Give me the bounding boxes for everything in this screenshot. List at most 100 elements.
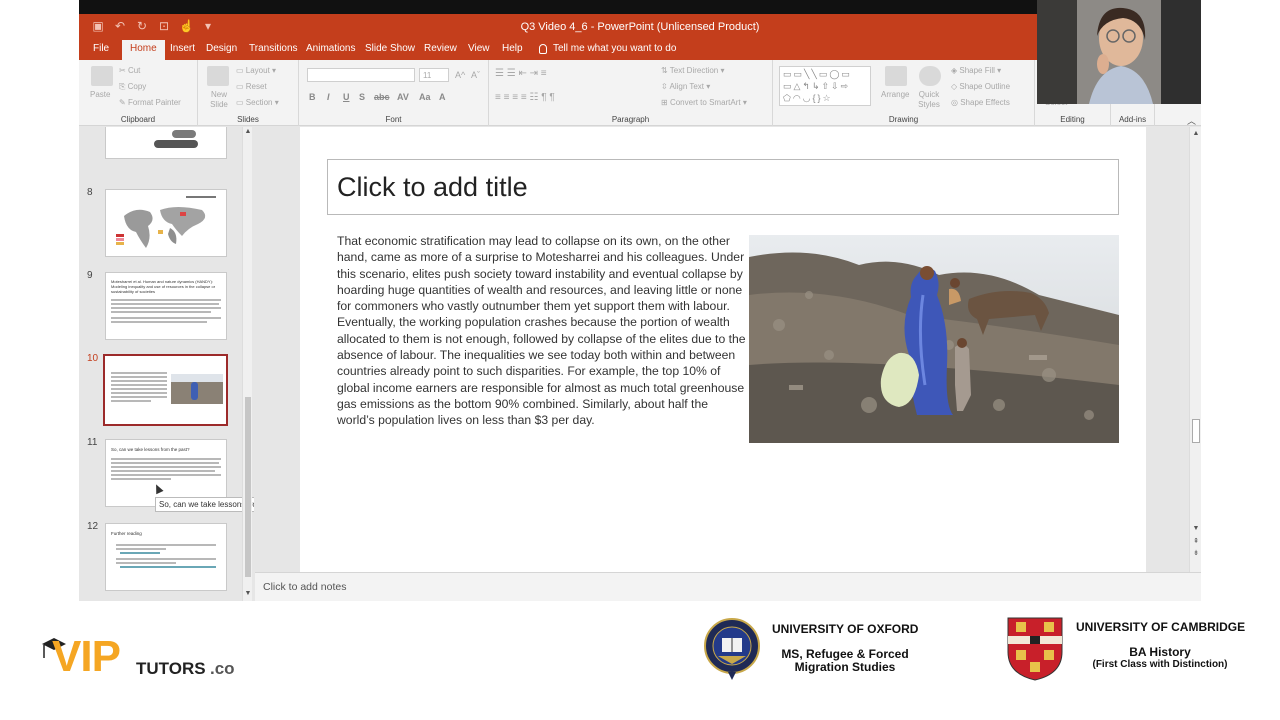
cut-button[interactable]: ✂ Cut <box>119 66 140 75</box>
slide-number-11: 11 <box>87 437 98 448</box>
slide-thumbnail-7[interactable] <box>105 127 227 159</box>
slide-11-title: So, can we take lessons from the past? <box>111 447 190 452</box>
tab-review[interactable]: Review <box>424 43 457 54</box>
tab-design[interactable]: Design <box>206 43 237 54</box>
slide-editor: Click to add title That economic stratif… <box>255 127 1187 572</box>
font-color-icon[interactable]: A <box>439 92 446 102</box>
shape-fill-button[interactable]: ◈ Shape Fill ▾ <box>951 66 1001 75</box>
shapes-gallery[interactable]: ▭▭╲╲▭◯▭ ▭△↰↳⇧⇩⇨ ⬠◠◡{}☆ <box>779 66 871 106</box>
notes-placeholder: Click to add notes <box>263 581 347 593</box>
addins-label: Add-ins <box>1118 115 1147 124</box>
font-name-field[interactable] <box>307 68 415 82</box>
title-bar: ▣ ↶ ↻ ⊡ ☝ ▾ Q3 Video 4_6 - PowerPoint (U… <box>79 14 1201 40</box>
landfill-photo[interactable] <box>749 235 1119 443</box>
slide-body-text[interactable]: That economic stratification may lead to… <box>337 233 747 429</box>
paste-icon[interactable] <box>91 66 113 86</box>
oxford-name: UNIVERSITY OF OXFORD <box>772 622 919 636</box>
next-slide-icon[interactable]: ⇟ <box>1191 549 1201 559</box>
quick-styles-icon[interactable] <box>919 66 941 86</box>
tab-help[interactable]: Help <box>502 43 523 54</box>
window-title: Q3 Video 4_6 - PowerPoint (Unlicensed Pr… <box>520 21 760 33</box>
title-placeholder[interactable]: Click to add title <box>327 159 1119 215</box>
shape-outline-button[interactable]: ◇ Shape Outline <box>951 82 1010 91</box>
new-slide-button[interactable]: New Slide <box>206 90 232 110</box>
shadow-icon[interactable]: S <box>359 92 365 102</box>
convert-smartart-button[interactable]: ⊞ Convert to SmartArt ▾ <box>661 98 747 107</box>
arrange-button[interactable]: Arrange <box>881 90 909 99</box>
align-text-button[interactable]: ⇳ Align Text ▾ <box>661 82 710 91</box>
presenter-webcam <box>1037 0 1201 104</box>
reset-button[interactable]: ▭ Reset <box>236 82 267 91</box>
character-spacing-icon[interactable]: AV <box>397 92 409 102</box>
lightbulb-icon <box>539 43 547 54</box>
font-label: Font <box>385 115 402 124</box>
scroll-down-icon[interactable]: ▼ <box>243 589 253 599</box>
scroll-up-icon[interactable]: ▲ <box>243 127 253 137</box>
oxford-crest-icon <box>704 616 760 682</box>
font-size-field[interactable]: 11 <box>419 68 449 82</box>
drawing-group: ▭▭╲╲▭◯▭ ▭△↰↳⇧⇩⇨ ⬠◠◡{}☆ Arrange Quick Style… <box>773 60 1035 126</box>
slide-canvas: Click to add title That economic stratif… <box>300 127 1146 572</box>
collapse-ribbon-icon[interactable]: ︿ <box>1187 114 1196 127</box>
tab-insert[interactable]: Insert <box>170 43 195 54</box>
copy-button[interactable]: ⎘ Copy <box>119 82 146 92</box>
tab-home[interactable]: Home <box>122 40 165 60</box>
new-slide-icon[interactable] <box>207 66 229 86</box>
format-painter-button[interactable]: ✎ Format Painter <box>119 98 181 107</box>
underline-icon[interactable]: U <box>343 92 350 102</box>
tab-file[interactable]: File <box>93 43 109 54</box>
paragraph-label: Paragraph <box>611 115 650 124</box>
oxford-degree-line-2: Migration Studies <box>794 660 896 674</box>
drawing-label: Drawing <box>888 115 919 124</box>
slide-scroll-down-icon[interactable]: ▼ <box>1191 524 1201 534</box>
shrink-font-icon[interactable]: Aˇ <box>471 70 480 80</box>
slide-thumbnail-12[interactable]: Further reading <box>105 523 227 591</box>
cambridge-name: UNIVERSITY OF CAMBRIDGE <box>1076 620 1246 634</box>
thumbnails-scrollbar[interactable]: ▲ ▼ <box>242 127 252 601</box>
strikethrough-icon[interactable]: abc <box>374 92 390 102</box>
layout-button[interactable]: ▭ Layout ▾ <box>236 66 276 75</box>
vip-tutors-logo: VIP TUTORS .co <box>40 634 250 684</box>
tab-slide-show[interactable]: Slide Show <box>365 43 415 54</box>
italic-icon[interactable]: I <box>327 92 330 102</box>
thumbnails-scroll-thumb[interactable] <box>245 397 251 577</box>
tell-me-box[interactable]: Tell me what you want to do <box>539 43 676 54</box>
tutors-text: TUTORS <box>136 659 206 678</box>
text-direction-button[interactable]: ⇅ Text Direction ▾ <box>661 66 725 75</box>
section-button[interactable]: ▭ Section ▾ <box>236 98 279 107</box>
bold-icon[interactable]: B <box>309 92 316 102</box>
presenter-video-image <box>1037 0 1201 104</box>
slide-number-9: 9 <box>87 270 93 281</box>
tab-transitions[interactable]: Transitions <box>249 43 298 54</box>
grow-font-icon[interactable]: A^ <box>455 70 465 80</box>
slide-scroll-up-icon[interactable]: ▲ <box>1191 129 1201 139</box>
bullets-icon[interactable]: ☰ ☰ ⇤ ⇥ ≡ <box>495 68 547 79</box>
shape-effects-button[interactable]: ◎ Shape Effects <box>951 98 1010 107</box>
slide-thumbnail-9[interactable]: Motesharrei et al. Human and nature dyna… <box>105 272 227 340</box>
slide-thumbnail-8[interactable] <box>105 189 227 257</box>
tab-animations[interactable]: Animations <box>306 43 355 54</box>
slide-scroll-thumb[interactable] <box>1192 419 1200 443</box>
quick-styles-button[interactable]: Quick Styles <box>915 90 943 110</box>
clipboard-label: Clipboard <box>120 115 156 124</box>
slide-scrollbar[interactable]: ▲ ▼ ⇞ ⇟ <box>1189 127 1201 572</box>
tell-me-text: Tell me what you want to do <box>553 43 677 54</box>
slides-group: New Slide ▭ Layout ▾ ▭ Reset ▭ Section ▾… <box>198 60 299 126</box>
slide-thumbnails-panel: 8 9 Motesharrei et al. Human and nature … <box>79 127 254 601</box>
slide-number-12: 12 <box>87 521 99 532</box>
ribbon: Paste ✂ Cut ⎘ Copy ✎ Format Painter Clip… <box>79 60 1201 126</box>
powerpoint-window: ▣ ↶ ↻ ⊡ ☝ ▾ Q3 Video 4_6 - PowerPoint (U… <box>79 14 1201 601</box>
tab-view[interactable]: View <box>468 43 490 54</box>
previous-slide-icon[interactable]: ⇞ <box>1191 537 1201 547</box>
paste-button[interactable]: Paste <box>90 90 110 99</box>
change-case-icon[interactable]: Aa <box>419 92 431 102</box>
slide-number-8: 8 <box>87 187 93 198</box>
notes-pane[interactable]: Click to add notes <box>255 572 1201 601</box>
slides-label: Slides <box>237 115 259 124</box>
cambridge-degree-line-2: (First Class with Distinction) <box>1092 659 1228 670</box>
ribbon-tabs: File Home Insert Design Transitions Anim… <box>79 40 1201 60</box>
slide-thumbnail-10[interactable] <box>103 354 228 426</box>
arrange-icon[interactable] <box>885 66 907 86</box>
font-group: 11 A^ Aˇ B I U S abc AV Aa A Font <box>299 60 489 126</box>
align-icons[interactable]: ≡ ≡ ≡ ≡ ☷ ¶ ¶ <box>495 92 555 103</box>
